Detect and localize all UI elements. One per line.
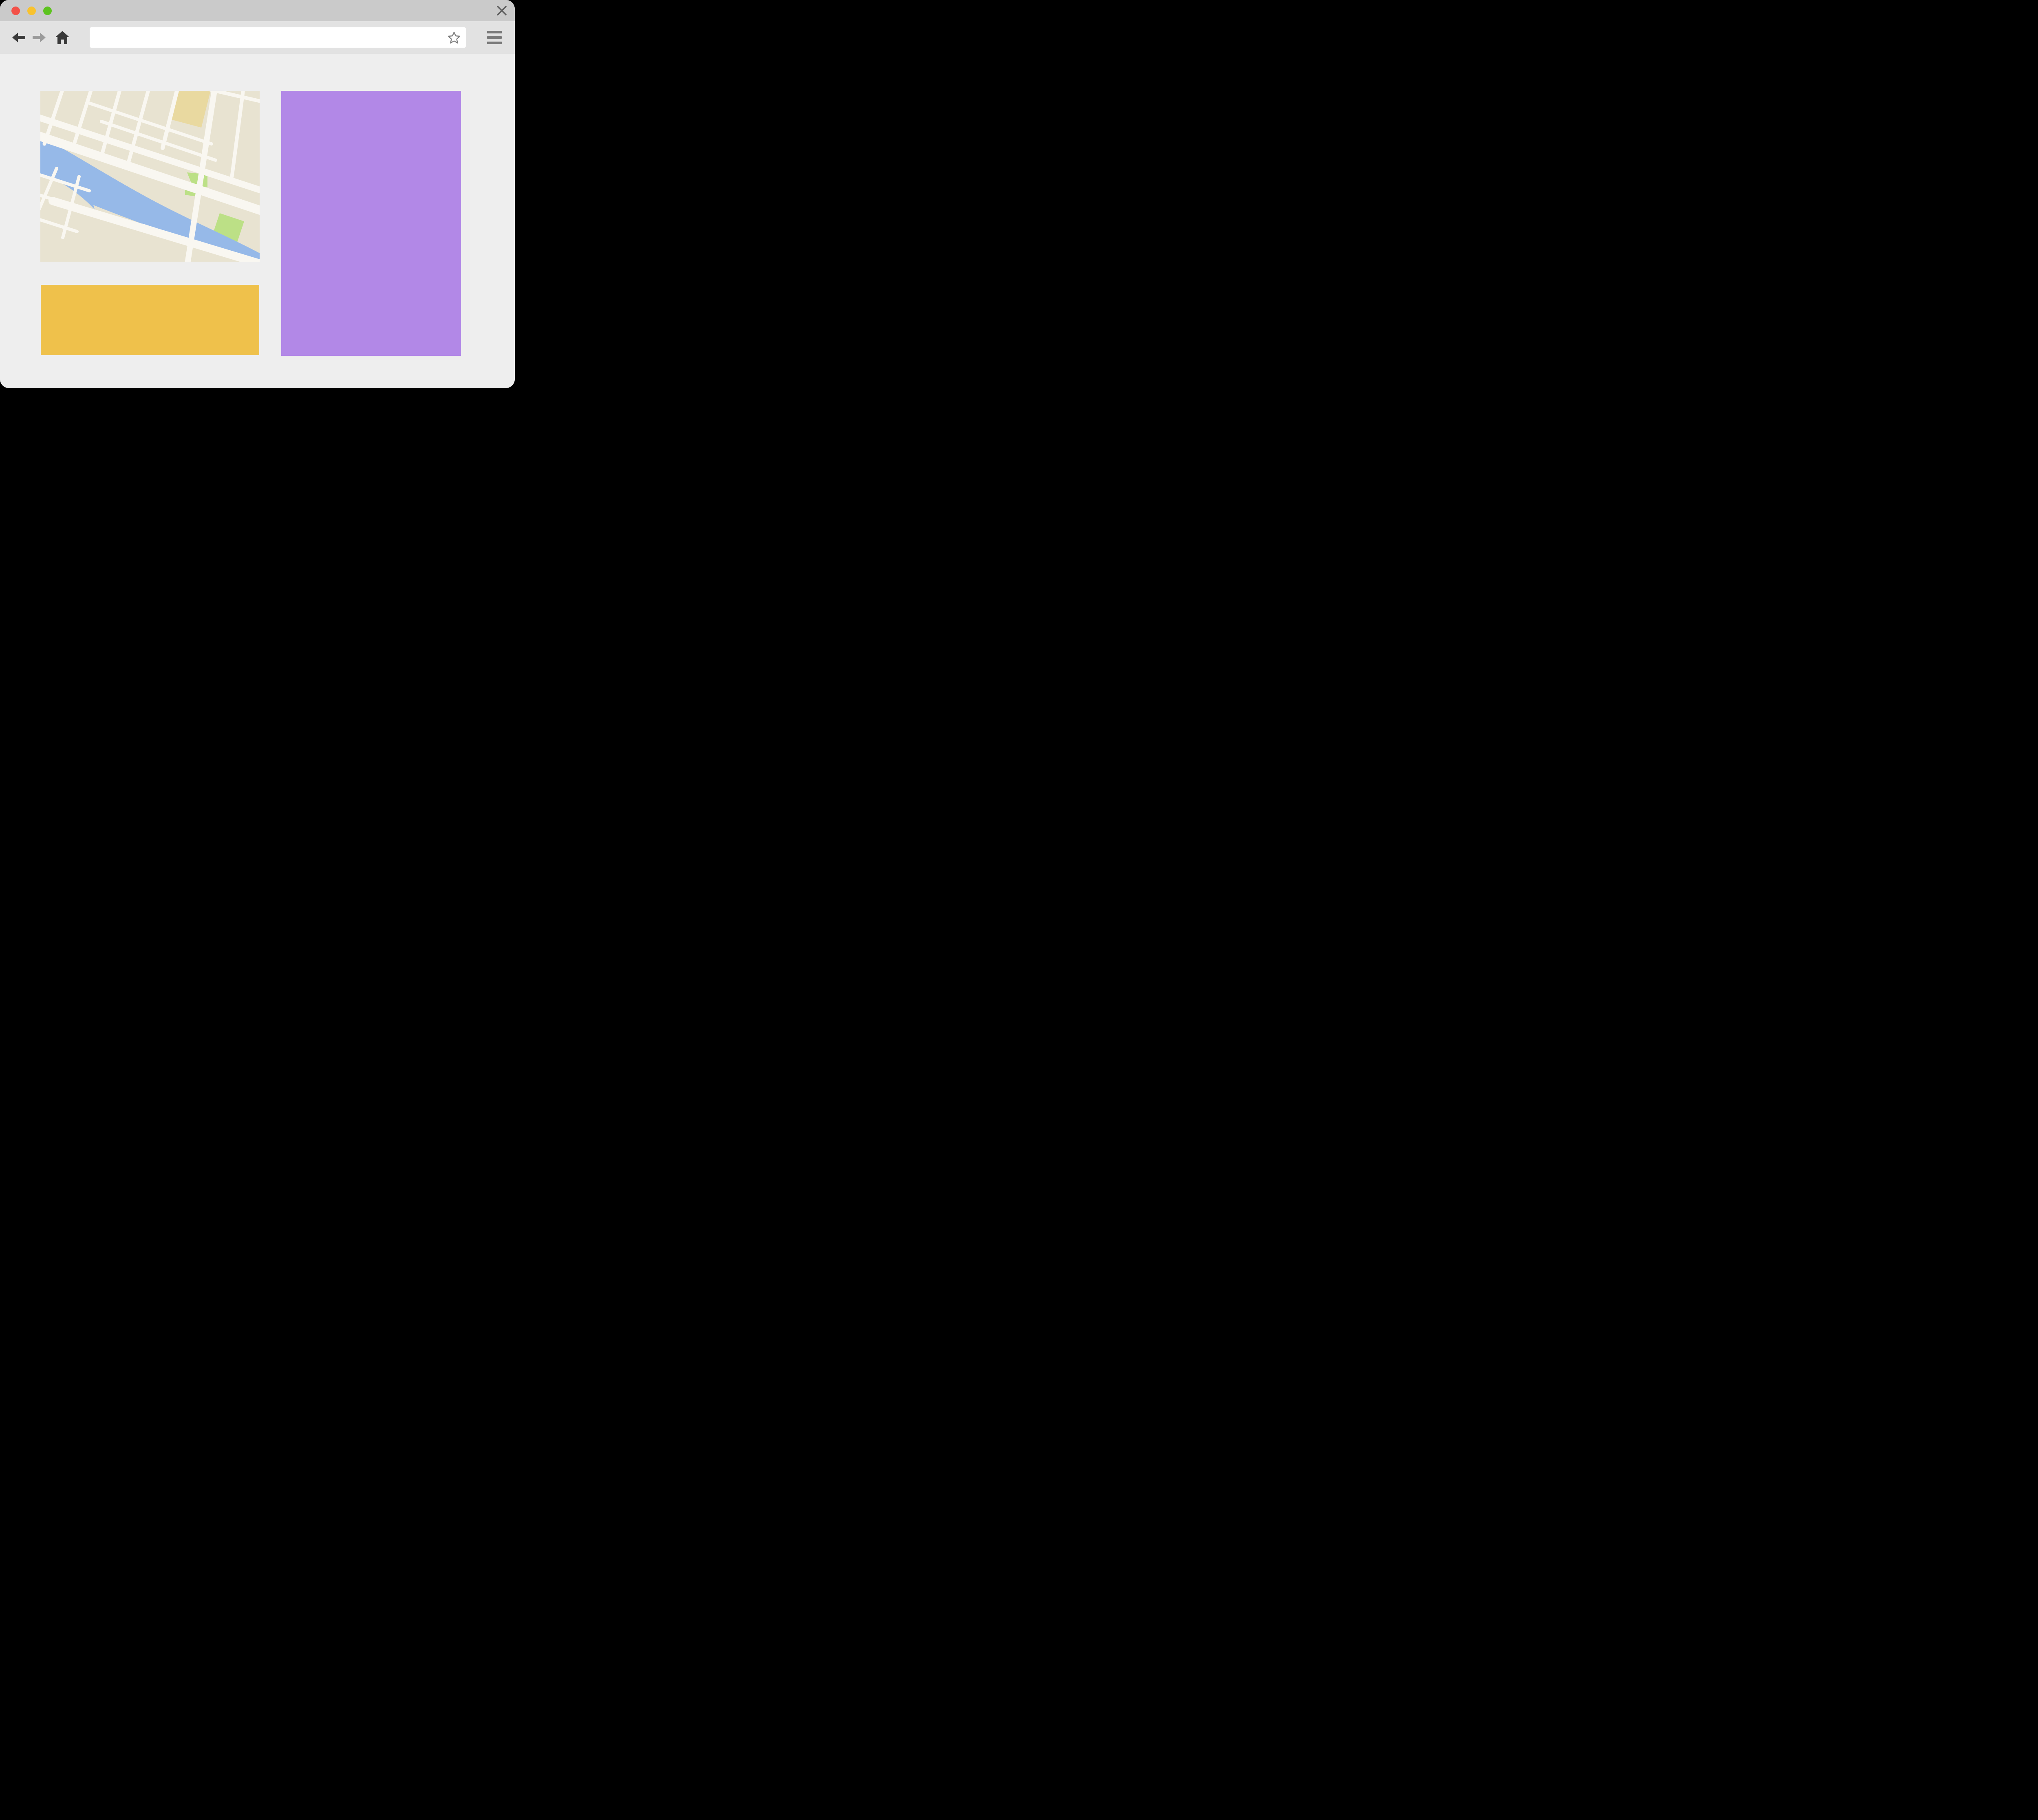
traffic-lights: [11, 7, 52, 15]
title-bar: [0, 0, 515, 21]
home-button[interactable]: [55, 30, 70, 45]
page-content: [0, 54, 515, 388]
browser-window: [0, 0, 515, 388]
address-bar[interactable]: [90, 27, 466, 48]
hamburger-menu-icon[interactable]: [483, 29, 506, 46]
back-button[interactable]: [11, 31, 26, 44]
map-panel[interactable]: [40, 91, 260, 262]
url-input[interactable]: [95, 27, 448, 48]
forward-button[interactable]: [32, 31, 46, 44]
yellow-panel: [41, 285, 259, 355]
window-close-button[interactable]: [11, 7, 20, 15]
bookmark-star-icon[interactable]: [448, 31, 460, 44]
browser-toolbar: [0, 21, 515, 54]
window-maximize-button[interactable]: [43, 7, 52, 15]
purple-side-panel: [281, 91, 461, 356]
close-icon[interactable]: [496, 5, 507, 16]
window-minimize-button[interactable]: [27, 7, 36, 15]
